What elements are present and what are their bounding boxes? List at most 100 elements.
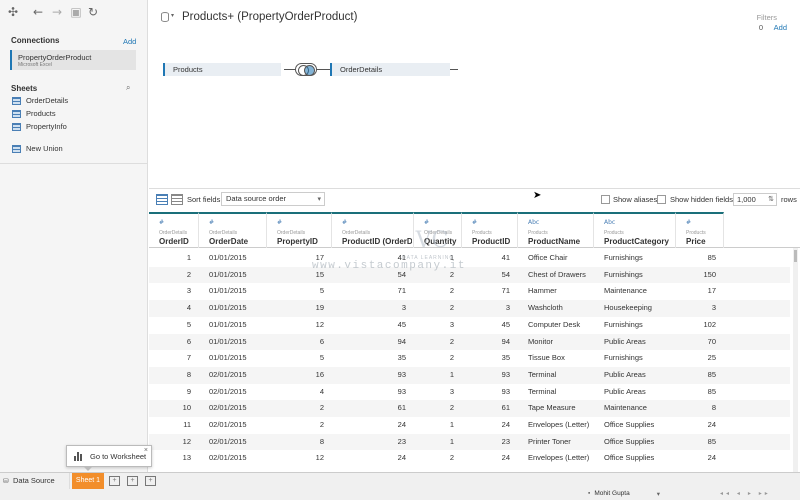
new-dashboard-icon[interactable]: + [127,476,138,486]
new-union-item[interactable]: New Union [12,143,63,155]
table-cell: 2 [449,453,454,463]
table-cell: 9 [186,386,191,396]
field-type-icon[interactable]: # [472,219,477,226]
sheet-item-products[interactable]: Products [12,108,56,120]
forward-arrow-icon[interactable]: → [50,5,64,19]
add-filter-link[interactable]: Add [774,23,787,32]
user-icon: ▪ [588,490,591,497]
field-type-icon[interactable]: # [159,219,164,226]
column-header[interactable]: Abc Products ProductCategory [594,212,676,248]
table-cell: 8 [319,436,324,446]
vertical-scrollbar[interactable] [793,248,798,472]
table-cell: 85 [707,253,716,262]
column-header[interactable]: Abc Products ProductName [518,212,594,248]
bottom-tab-bar: ⛁ Data Source Sheet 1 + + + ▪ Mohit Gupta… [0,472,800,500]
table-cell: 02/01/2015 [209,420,247,429]
table-cell: 10 [182,403,191,413]
rows-label: rows [781,195,797,204]
database-icon[interactable] [161,12,169,22]
table-orderdetails[interactable]: OrderDetails [330,63,450,76]
table-cell: 3 [186,286,191,296]
table-cell: 2 [449,303,454,313]
sheet-item-orderdetails[interactable]: OrderDetails [12,95,68,107]
field-type-icon[interactable]: # [209,219,214,226]
table-cell: 93 [501,369,510,379]
datasource-title[interactable]: Products+ (PropertyOrderProduct) [182,11,357,23]
table-cell: 71 [397,286,406,296]
refresh-icon[interactable]: ↻ [86,5,100,19]
tab-sheet-1[interactable]: Sheet 1 [72,473,104,489]
table-cell: 61 [397,403,406,413]
sheet-item-propertyinfo[interactable]: PropertyInfo [12,121,67,133]
mouse-cursor-icon: ➤ [533,190,542,201]
column-header[interactable]: # Products Price [676,212,724,248]
sheet-item-label: Products [26,109,56,119]
new-worksheet-icon[interactable]: + [109,476,120,486]
table-cell: Envelopes (Letter) [528,420,590,429]
grid-toolbar: Sort fields Data source order Show alias… [149,188,800,210]
list-view-icon[interactable] [171,194,183,205]
data-pane: ✣ ← → ▣ ↻ Connections Add PropertyOrderP… [0,0,148,472]
table-cell: Office Supplies [604,436,655,446]
table-cell: Public Areas [604,386,646,396]
rows-input[interactable]: 1,000 [733,193,777,206]
table-cell: 3 [711,303,716,313]
field-type-icon[interactable]: Abc [528,219,539,226]
tab-data-source[interactable]: ⛁ Data Source [0,473,70,489]
field-type-icon[interactable]: # [424,219,429,226]
go-to-worksheet-tooltip[interactable]: Go to Worksheet × [66,445,152,467]
table-cell: Furnishings [604,353,643,363]
save-icon[interactable]: ▣ [69,5,83,19]
show-hidden-checkbox[interactable] [657,195,666,204]
table-cell: 45 [501,319,510,329]
connection-item[interactable]: PropertyOrderProduct Microsoft Excel [10,50,136,70]
table-row: 11 02/01/2015 2 24 1 24 Envelopes (Letter) Offi… [149,417,790,434]
table-cell: Tissue Box [528,353,565,363]
column-header[interactable]: # OrderDetails OrderID [149,212,199,248]
field-type-icon[interactable]: # [277,219,282,226]
new-story-icon[interactable]: + [145,476,156,486]
table-cell: 24 [501,420,510,429]
column-header[interactable]: # OrderDetails OrderDate [199,212,267,248]
sheet-navigation-arrows[interactable]: ◂◂ ◂ ▸ ▸▸ [720,490,771,497]
grid-view-icon[interactable] [156,194,168,205]
table-cell: 24 [397,420,406,429]
table-cell: Computer Desk [528,319,581,329]
column-header[interactable]: # OrderDetails PropertyID [267,212,332,248]
user-name: Mohit Gupta [594,490,630,497]
table-cell: Printer Toner [528,436,571,446]
table-cell: 11 [183,420,191,429]
table-cell: Public Areas [604,369,646,379]
tableau-logo-icon[interactable]: ✣ [6,5,20,19]
table-row: 13 02/01/2015 12 24 2 24 Envelopes (Letter) Off… [149,450,790,467]
column-source: Products [528,230,548,236]
close-icon[interactable]: × [144,447,148,454]
table-cell: 2 [449,336,454,346]
user-menu[interactable]: ▪ Mohit Gupta ▾ [588,488,664,500]
field-type-icon[interactable]: Abc [604,219,615,226]
table-cell: 45 [397,319,406,329]
column-name: OrderID [159,237,189,246]
chevron-down-icon[interactable]: ▾ [171,12,174,19]
table-cell: Tape Measure [528,403,576,413]
table-cell: 6 [186,336,191,346]
table-cell: Furnishings [604,319,643,329]
table-cell: 93 [397,386,406,396]
table-cell: 35 [397,353,406,363]
table-products[interactable]: Products [163,63,281,76]
search-icon[interactable]: ⌕ [126,83,130,93]
table-cell: 01/01/2015 [209,336,247,346]
inner-join-icon[interactable] [295,63,317,76]
show-aliases-checkbox[interactable] [601,195,610,204]
back-arrow-icon[interactable]: ← [31,5,45,19]
table-cell: 85 [707,369,716,379]
add-connection-link[interactable]: Add [123,37,136,46]
table-row: 10 02/01/2015 2 61 2 61 Tape Measure Maintenanc… [149,400,790,417]
table-row: 5 01/01/2015 12 45 3 45 Computer Desk Furnishin… [149,317,790,334]
sort-fields-select[interactable]: Data source order [221,192,325,206]
field-type-icon[interactable]: # [686,219,691,226]
field-type-icon[interactable]: # [342,219,347,226]
table-cell: 35 [501,353,510,363]
table-cell: 7 [186,353,191,363]
scrollbar-thumb[interactable] [794,250,797,262]
